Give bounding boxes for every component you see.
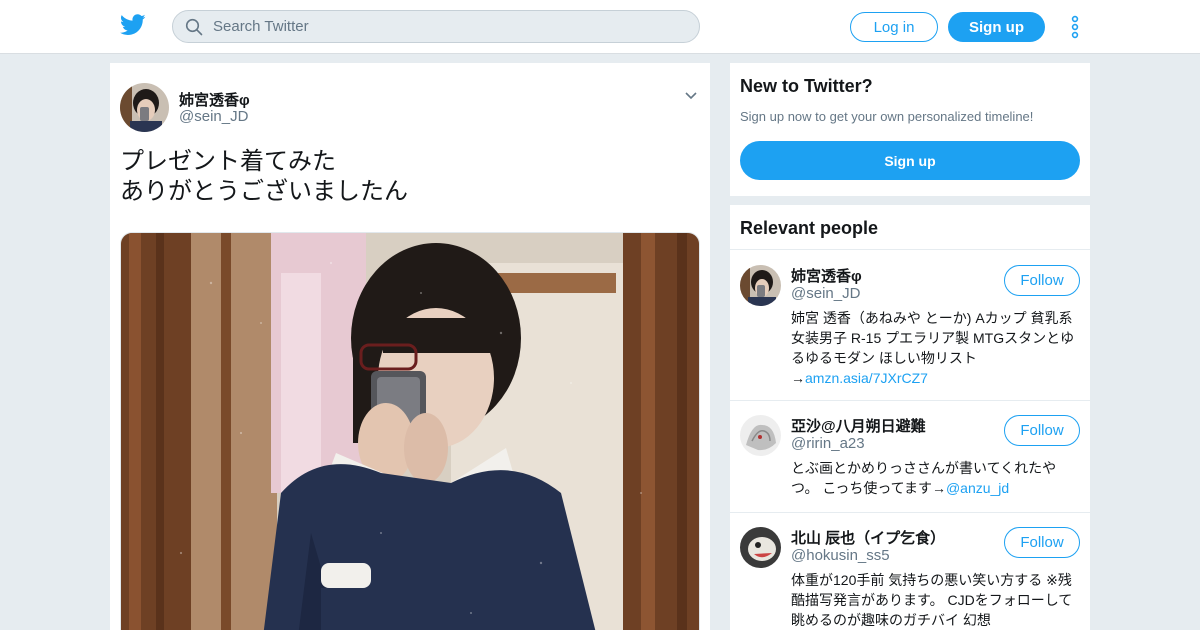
card-title: New to Twitter? (740, 76, 873, 96)
person-handle[interactable]: @hokusin_ss5 (791, 547, 890, 564)
bio-link[interactable]: amzn.asia/7JXrCZ7 (805, 370, 928, 386)
person-avatar[interactable] (740, 415, 781, 456)
card-subtitle: Sign up now to get your own personalized… (740, 109, 1034, 124)
person-name[interactable]: 亞沙@八月朔日避難 (791, 415, 926, 436)
search-input[interactable] (213, 11, 683, 42)
follow-button[interactable]: Follow (1004, 527, 1080, 558)
top-bar: Log in Sign up (0, 0, 1200, 54)
search-box[interactable] (172, 10, 700, 43)
person-name[interactable]: 北山 辰也（イプ乞食） (791, 527, 945, 548)
author-handle[interactable]: @sein_JD (179, 108, 248, 125)
more-vertical-icon[interactable] (1067, 15, 1083, 39)
new-to-twitter-card: New to Twitter? Sign up now to get your … (730, 63, 1090, 196)
signup-button[interactable]: Sign up (948, 12, 1045, 42)
person-handle[interactable]: @ririn_a23 (791, 435, 865, 452)
person-bio: とぶ画とかめりっささんが書いてくれたやつ。 こっち使ってます→@anzu_jd (791, 460, 1057, 496)
signup-card-button[interactable]: Sign up (740, 141, 1080, 180)
person-avatar[interactable] (740, 265, 781, 306)
search-icon (185, 18, 203, 36)
person-item: 北山 辰也（イプ乞食） @hokusin_ss5 Follow 体重が120手前… (730, 512, 1090, 630)
tweet-photo[interactable] (120, 232, 700, 630)
person-name[interactable]: 姉宮透香φ (791, 265, 862, 286)
author-avatar[interactable] (120, 83, 169, 132)
follow-button[interactable]: Follow (1004, 415, 1080, 446)
person-bio: 姉宮 透香（あねみや とーか) Aカップ 貧乳系女装男子 R-15 プエラリア製… (791, 310, 1075, 386)
person-item: 姉宮透香φ @sein_JD Follow 姉宮 透香（あねみや とーか) Aカ… (730, 250, 1090, 400)
chevron-down-icon[interactable] (684, 91, 698, 101)
follow-button[interactable]: Follow (1004, 265, 1080, 296)
tweet-text: プレゼント着てみた ありがとうございましたん (120, 148, 408, 205)
bio-link[interactable]: @anzu_jd (946, 480, 1009, 496)
twitter-bird-icon[interactable] (120, 13, 146, 37)
author-name[interactable]: 姉宮透香φ (179, 89, 250, 110)
login-button[interactable]: Log in (850, 12, 938, 42)
person-item: 亞沙@八月朔日避難 @ririn_a23 Follow とぶ画とかめりっささんが… (730, 400, 1090, 512)
relevant-people-card: Relevant people 姉宮透香φ @sein_JD Follow 姉宮… (730, 205, 1090, 630)
person-avatar[interactable] (740, 527, 781, 568)
person-bio: 体重が120手前 気持ちの悪い笑い方する ※残酷描写発言があります。 CJDをフ… (791, 572, 1073, 628)
person-handle[interactable]: @sein_JD (791, 285, 860, 302)
relevant-people-title: Relevant people (740, 218, 879, 238)
tweet-card: 姉宮透香φ @sein_JD プレゼント着てみた ありがとうございましたん (110, 63, 710, 630)
